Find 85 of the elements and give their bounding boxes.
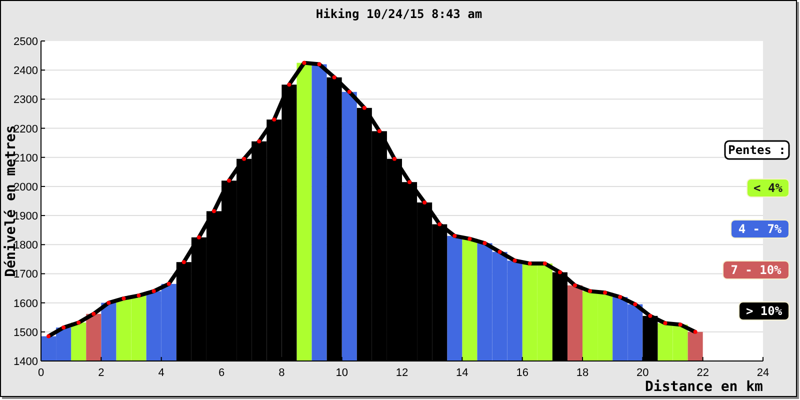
x-tick-label: 12 bbox=[396, 367, 408, 379]
x-tick-label: 16 bbox=[516, 367, 528, 379]
data-point bbox=[166, 282, 171, 286]
y-tick-label: 1600 bbox=[14, 298, 38, 310]
slope-bar bbox=[116, 298, 132, 361]
slope-bar bbox=[612, 297, 628, 361]
data-point bbox=[648, 314, 652, 318]
data-point bbox=[392, 156, 396, 161]
x-tick-label: 14 bbox=[456, 367, 468, 379]
data-point bbox=[482, 241, 487, 246]
y-tick-label: 2300 bbox=[14, 94, 38, 106]
legend-item: > 10% bbox=[738, 302, 790, 320]
data-point bbox=[603, 290, 608, 295]
data-point bbox=[468, 236, 472, 241]
data-point bbox=[62, 326, 66, 330]
data-point bbox=[633, 302, 638, 306]
data-point bbox=[362, 106, 366, 110]
y-tick-label: 2000 bbox=[14, 181, 38, 194]
x-tick-label: 6 bbox=[218, 367, 225, 379]
data-point bbox=[212, 209, 216, 214]
y-tick-label: 1900 bbox=[14, 210, 38, 223]
data-point bbox=[302, 60, 306, 65]
y-tick-label: 2500 bbox=[14, 36, 38, 48]
data-point bbox=[618, 295, 622, 299]
data-point bbox=[106, 300, 111, 305]
slope-bar bbox=[628, 304, 643, 361]
data-point bbox=[512, 258, 517, 263]
slope-bar bbox=[101, 302, 116, 361]
x-tick-label: 4 bbox=[158, 367, 164, 379]
x-tick-label: 2 bbox=[98, 367, 104, 379]
x-tick-label: 20 bbox=[636, 367, 649, 379]
data-point bbox=[438, 222, 442, 226]
data-point bbox=[242, 156, 246, 161]
data-point bbox=[317, 62, 322, 66]
y-tick-label: 2400 bbox=[14, 65, 38, 78]
data-point bbox=[227, 178, 232, 183]
data-point bbox=[422, 200, 427, 204]
data-point bbox=[542, 262, 547, 266]
data-point bbox=[558, 270, 562, 274]
data-point bbox=[572, 283, 577, 288]
x-tick-label: 10 bbox=[336, 367, 348, 379]
legend-item: 7 - 10% bbox=[722, 260, 790, 280]
slope-bar bbox=[71, 322, 86, 361]
slope-bar bbox=[146, 291, 162, 361]
legend-title: Pentes : bbox=[724, 140, 790, 160]
data-point bbox=[693, 330, 698, 334]
y-tick-label: 1400 bbox=[14, 356, 38, 368]
x-tick-label: 8 bbox=[278, 367, 285, 379]
data-point bbox=[332, 75, 336, 80]
data-point bbox=[196, 235, 201, 240]
data-point bbox=[272, 118, 276, 122]
data-point bbox=[76, 320, 81, 325]
chart-title: Hiking 10/24/15 8:43 am bbox=[316, 7, 482, 21]
x-axis-label: Distance en km bbox=[644, 379, 763, 395]
data-point bbox=[347, 90, 352, 94]
data-point bbox=[152, 289, 156, 294]
data-point bbox=[182, 260, 186, 264]
slope-bar bbox=[598, 292, 613, 361]
data-point bbox=[122, 296, 126, 300]
data-point bbox=[136, 294, 141, 298]
slope-bar bbox=[582, 291, 598, 361]
y-tick-label: 1700 bbox=[14, 268, 38, 281]
y-tick-label: 1500 bbox=[14, 326, 38, 339]
x-tick-label: 24 bbox=[756, 367, 770, 379]
x-tick-label: 22 bbox=[696, 367, 709, 379]
y-tick-label: 1800 bbox=[14, 240, 38, 252]
data-point bbox=[46, 334, 51, 338]
slope-bar bbox=[86, 314, 102, 361]
x-tick-label: 18 bbox=[576, 367, 589, 379]
data-point bbox=[287, 82, 292, 87]
legend-item: < 4% bbox=[746, 178, 790, 198]
data-point bbox=[663, 321, 668, 326]
y-tick-label: 2200 bbox=[14, 123, 38, 136]
data-point bbox=[528, 262, 532, 266]
x-tick-label: 0 bbox=[38, 367, 44, 379]
data-point bbox=[408, 180, 412, 184]
slope-bar bbox=[658, 323, 673, 361]
legend-item: 4 - 7% bbox=[730, 220, 790, 238]
data-point bbox=[452, 234, 457, 238]
data-point bbox=[92, 312, 96, 316]
data-point bbox=[678, 322, 682, 327]
data-point bbox=[498, 250, 502, 254]
data-point bbox=[377, 129, 382, 134]
data-point bbox=[257, 139, 262, 144]
data-point bbox=[588, 289, 592, 294]
